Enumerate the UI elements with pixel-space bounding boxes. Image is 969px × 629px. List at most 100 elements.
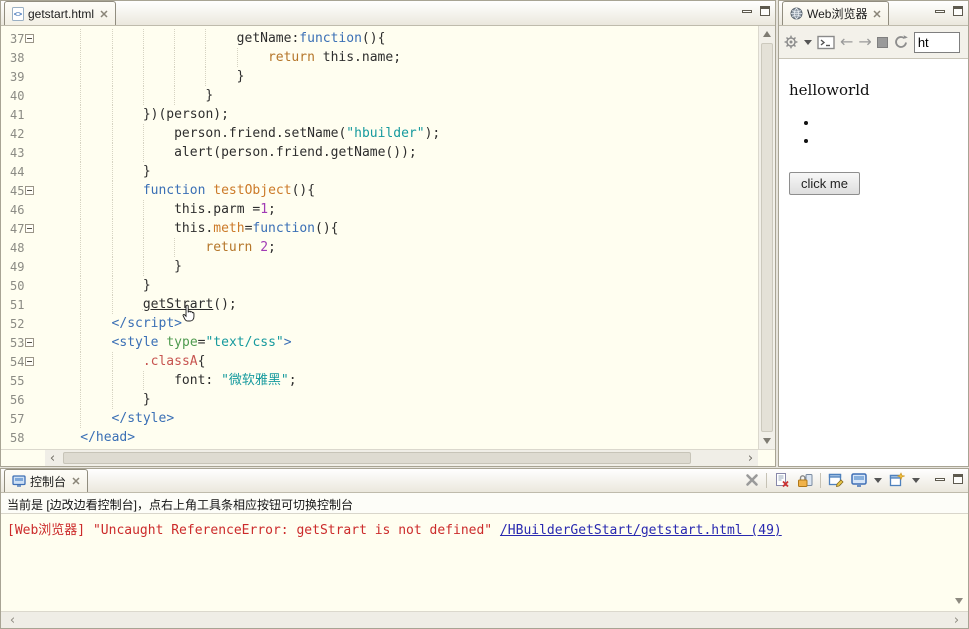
settings-gear-icon[interactable] [783,34,799,50]
code-line-51[interactable]: getStrart(); [45,295,758,314]
error-file-link[interactable]: /HBuilderGetStart/getstart.html (49) [500,523,782,538]
url-input[interactable] [913,31,960,53]
gutter-row: 43 [10,145,25,160]
code-area[interactable]: getName:function(){return this.name;}}})… [45,26,758,449]
stop-icon[interactable] [876,36,888,48]
fold-toggle-icon[interactable] [25,338,34,347]
page-heading: helloworld [789,81,870,99]
code-line-46[interactable]: this.parm =1; [45,200,758,219]
list-item [819,133,958,151]
code-line-45[interactable]: function testObject(){ [45,181,758,200]
editor-horizontal-scrollbar[interactable]: ‹ › [1,449,775,466]
console-horizontal-scrollbar[interactable]: ‹ › [1,611,968,628]
list-item [819,115,958,133]
code-line-56[interactable]: } [45,390,758,409]
close-tab-icon[interactable] [72,477,80,485]
tab-title: getstart.html [28,6,95,21]
gutter-row: 58 [10,430,25,445]
browser-toolbar: ← → [779,26,968,59]
browser-page-content: helloworld click me [779,59,968,466]
minimize-icon[interactable] [742,9,752,13]
console-toggle-icon[interactable] [817,35,835,50]
gutter-row: 42 [10,126,25,141]
code-line-54[interactable]: .classA{ [45,352,758,371]
editor-tabbar: <> getstart.html [1,1,775,26]
close-tab-icon[interactable] [873,9,881,18]
gutter-row: 39 [10,69,25,84]
code-line-50[interactable]: } [45,276,758,295]
code-line-43[interactable]: alert(person.friend.getName()); [45,143,758,162]
tab-console[interactable]: 控制台 [4,469,89,492]
gutter-row: 51 [10,297,25,312]
code-line-41[interactable]: })(person); [45,105,758,124]
gutter-row: 56 [10,392,25,407]
fold-toggle-icon[interactable] [25,224,34,233]
forward-icon[interactable]: → [858,34,871,50]
console-view-icon[interactable] [851,473,867,487]
scroll-left-icon[interactable]: ‹ [45,451,60,466]
code-line-52[interactable]: </script> [45,314,758,333]
minimize-icon[interactable] [935,9,945,13]
gutter-row: 40 [10,88,25,103]
code-line-53[interactable]: <style type="text/css"> [45,333,758,352]
edit-in-window-icon[interactable] [828,472,844,488]
scroll-down-icon[interactable] [763,438,771,444]
code-line-57[interactable]: </style> [45,409,758,428]
scroll-up-icon[interactable] [763,31,771,37]
fold-toggle-icon[interactable] [25,34,34,43]
console-output: [Web浏览器] "Uncaught ReferenceError: getSt… [1,514,968,611]
code-line-48[interactable]: return 2; [45,238,758,257]
minimize-icon[interactable] [935,477,945,481]
console-info-line: 当前是 [边改边看控制台]，点右上角工具条相应按钮可切换控制台 [1,493,968,514]
code-line-37[interactable]: getName:function(){ [45,29,758,48]
code-line-47[interactable]: this.meth=function(){ [45,219,758,238]
code-line-38[interactable]: return this.name; [45,48,758,67]
close-tab-icon[interactable] [100,9,108,18]
new-console-dropdown-icon[interactable] [912,477,920,487]
console-view-dropdown-icon[interactable] [874,477,882,487]
code-line-42[interactable]: person.friend.setName("hbuilder"); [45,124,758,143]
code-hyperlink[interactable]: getStrart [143,297,213,312]
fold-toggle-icon[interactable] [25,186,34,195]
html-file-icon: <> [12,6,24,21]
scroll-right-icon[interactable]: › [743,451,758,466]
settings-dropdown-icon[interactable] [804,39,812,49]
maximize-icon[interactable] [953,6,963,16]
gutter-row: 49 [10,259,25,274]
tab-title: Web浏览器 [807,7,868,21]
lock-console-icon[interactable] [797,472,813,488]
code-line-39[interactable]: } [45,67,758,86]
gutter-row: 38 [10,50,25,65]
tab-web-browser[interactable]: Web浏览器 [782,1,890,25]
back-icon[interactable]: ← [840,34,853,50]
gutter-row: 52 [10,316,25,331]
remove-log-icon[interactable] [774,472,790,488]
code-line-40[interactable]: } [45,86,758,105]
gutter-row: 50 [10,278,25,293]
browser-tabbar: Web浏览器 [779,1,968,26]
error-source: [Web浏览器] [7,523,93,538]
error-message: "Uncaught ReferenceError: getStrart is n… [92,523,500,538]
scroll-right-icon[interactable]: › [949,613,964,628]
code-line-49[interactable]: } [45,257,758,276]
code-line-44[interactable]: } [45,162,758,181]
editor-vertical-scrollbar[interactable] [758,26,775,449]
open-new-console-icon[interactable] [889,472,905,488]
gutter-row: 37 [1,29,45,48]
maximize-icon[interactable] [760,6,770,16]
vertical-scroll-thumb[interactable] [761,43,773,432]
globe-icon [790,7,803,20]
click-me-button[interactable]: click me [789,172,860,195]
gutter-row: 57 [10,411,25,426]
scroll-left-icon[interactable]: ‹ [5,613,20,628]
fold-toggle-icon[interactable] [25,357,34,366]
scroll-down-icon[interactable] [955,598,963,608]
bullet-list [789,115,958,151]
code-line-55[interactable]: font: "微软雅黑"; [45,371,758,390]
refresh-icon[interactable] [893,34,909,50]
clear-console-icon[interactable] [745,473,759,487]
tab-getstart-html[interactable]: <> getstart.html [4,1,117,25]
maximize-icon[interactable] [953,474,963,484]
code-line-58[interactable]: </head> [45,428,758,447]
horizontal-scroll-thumb[interactable] [63,452,692,464]
